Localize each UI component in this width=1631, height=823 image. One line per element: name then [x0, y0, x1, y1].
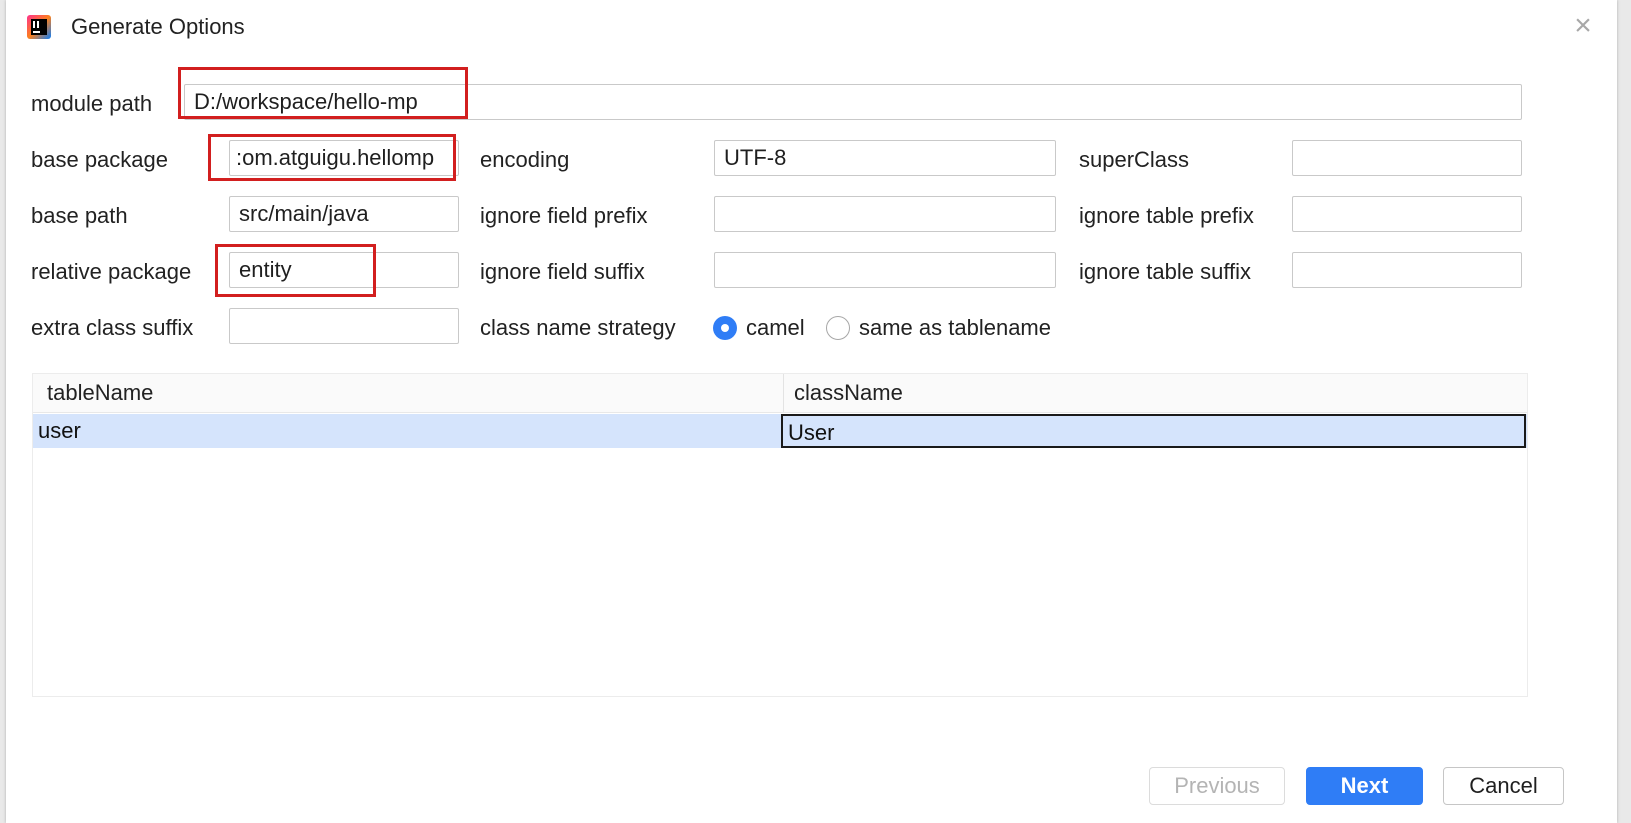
cancel-button[interactable]: Cancel: [1443, 767, 1564, 805]
column-separator[interactable]: [783, 374, 784, 412]
radio-same-as-tablename[interactable]: [826, 316, 850, 340]
ignore-table-prefix-input[interactable]: [1292, 196, 1522, 232]
ignore-table-prefix-label: ignore table prefix: [1079, 203, 1254, 228]
ignore-table-suffix-label: ignore table suffix: [1079, 259, 1252, 284]
intellij-app-icon: [27, 15, 51, 39]
superclass-label: superClass: [1079, 147, 1190, 172]
extra-class-suffix-input[interactable]: [229, 308, 459, 344]
radio-camel-label[interactable]: camel: [746, 315, 805, 341]
table-header: tableName className: [33, 374, 1527, 413]
cell-classname-editor[interactable]: User: [781, 414, 1526, 448]
class-name-strategy-label: class name strategy: [480, 315, 676, 340]
cell-tablename[interactable]: user: [38, 414, 81, 448]
relative-package-input[interactable]: entity: [229, 252, 459, 288]
previous-button[interactable]: Previous: [1149, 767, 1285, 805]
ignore-field-suffix-input[interactable]: [714, 252, 1056, 288]
ignore-field-prefix-label: ignore field prefix: [480, 203, 648, 228]
relative-package-label: relative package: [31, 259, 192, 284]
base-package-label: base package: [31, 147, 168, 172]
column-header-tablename[interactable]: tableName: [47, 374, 153, 412]
encoding-label: encoding: [480, 147, 570, 172]
encoding-input[interactable]: UTF-8: [714, 140, 1056, 176]
module-path-input[interactable]: D:/workspace/hello-mp: [184, 84, 1522, 120]
table-row[interactable]: user User: [33, 414, 1527, 448]
dialog-title: Generate Options: [71, 14, 245, 39]
close-icon[interactable]: ×: [1569, 11, 1597, 41]
column-header-classname[interactable]: className: [794, 374, 903, 412]
ignore-table-suffix-input[interactable]: [1292, 252, 1522, 288]
ignore-field-prefix-input[interactable]: [714, 196, 1056, 232]
base-path-input[interactable]: src/main/java: [229, 196, 459, 232]
base-path-label: base path: [31, 203, 128, 228]
radio-same-as-tablename-label[interactable]: same as tablename: [859, 315, 1051, 341]
base-package-input[interactable]: :om.atguigu.hellomp: [229, 140, 459, 176]
title-bar: Generate Options ×: [6, 0, 1617, 56]
superclass-input[interactable]: [1292, 140, 1522, 176]
radio-camel[interactable]: [713, 316, 737, 340]
table-mapping: tableName className user User: [32, 373, 1528, 697]
cell-classname[interactable]: User: [788, 420, 834, 445]
generate-options-dialog: Generate Options × module path D:/worksp…: [6, 0, 1617, 823]
next-button[interactable]: Next: [1306, 767, 1423, 805]
extra-class-suffix-label: extra class suffix: [31, 315, 194, 340]
ignore-field-suffix-label: ignore field suffix: [480, 259, 645, 284]
module-path-label: module path: [31, 91, 153, 116]
